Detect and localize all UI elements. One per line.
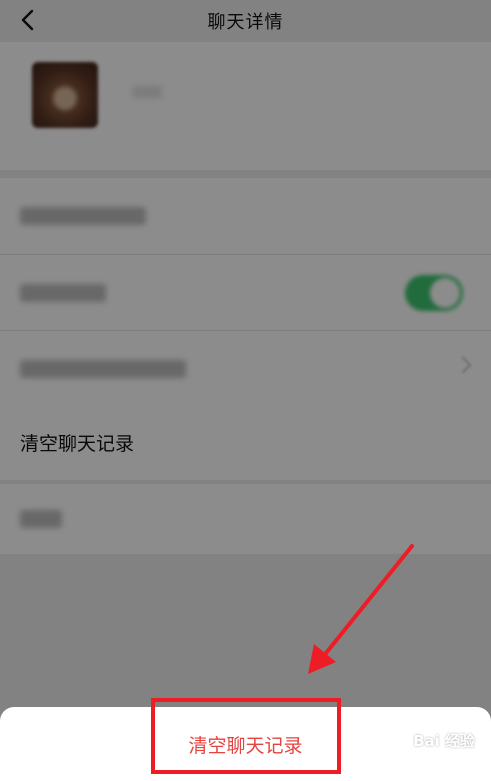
modal-overlay[interactable]: [0, 0, 491, 781]
baidu-watermark: Bai 经验: [391, 730, 475, 751]
watermark-text: Bai 经验: [413, 732, 475, 750]
paw-icon: [393, 733, 407, 748]
